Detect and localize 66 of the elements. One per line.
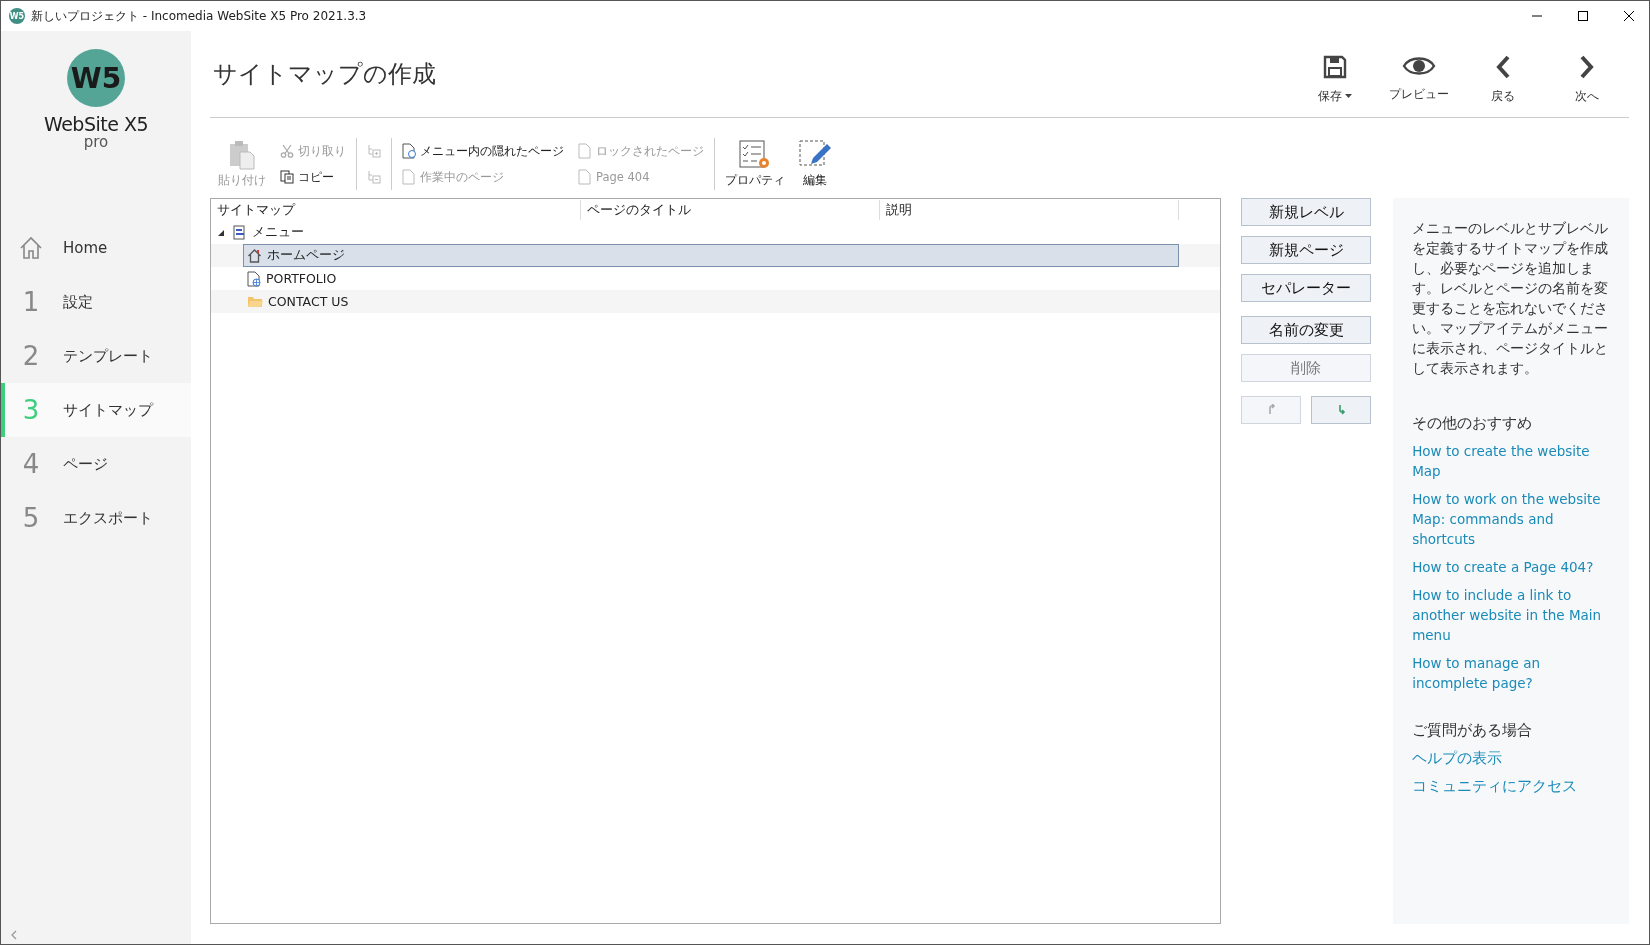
menu-icon bbox=[233, 225, 247, 240]
house-icon bbox=[247, 248, 262, 263]
sidebar-item[interactable]: 2 テンプレート bbox=[1, 329, 191, 383]
action-button[interactable]: 新規ページ bbox=[1241, 236, 1372, 264]
curved-arrow-down-icon bbox=[1336, 404, 1346, 415]
house-icon bbox=[18, 235, 44, 261]
toolbar-button[interactable]: 編集 bbox=[799, 139, 831, 189]
help-link[interactable]: How to include a link to another website in the Main menu bbox=[1412, 585, 1609, 645]
logo-icon: W5 bbox=[67, 49, 125, 107]
copy-icon bbox=[280, 170, 294, 184]
logo-name: WebSite X5 bbox=[43, 113, 148, 135]
page-globe-icon bbox=[247, 270, 261, 287]
sidebar-item[interactable]: 3 サイトマップ bbox=[1, 383, 191, 437]
tree-item[interactable]: メニュー bbox=[229, 221, 308, 244]
help-link[interactable]: How to work on the website Map: commands and shortcuts bbox=[1412, 489, 1609, 549]
sidebar-item[interactable]: 5 エクスポート bbox=[1, 491, 191, 545]
folder-icon bbox=[247, 295, 263, 308]
sidebar-item[interactable]: 4 ページ bbox=[1, 437, 191, 491]
column-header[interactable]: 説明 bbox=[880, 200, 1179, 220]
scissors-icon bbox=[280, 144, 294, 158]
logo-edition: pro bbox=[83, 135, 109, 149]
help-text: メニューのレベルとサブレベルを定義するサイトマップを作成し、必要なページを追加します。レベルとページの名前を変更することを忘れないでください。マップアイテムがメニューに表示され、ページタイトルとして表示されます。 bbox=[1412, 219, 1609, 378]
window-title: 新しいプロジェクト - Incomedia WebSite X5 Pro 2021.3.3 bbox=[31, 7, 368, 25]
column-header[interactable]: サイトマップ bbox=[211, 200, 581, 220]
caret-icon bbox=[1345, 94, 1352, 98]
action-button[interactable]: 新規レベル bbox=[1241, 198, 1372, 226]
action-button[interactable]: セパレーター bbox=[1241, 274, 1372, 302]
help-link[interactable]: How to create a Page 404? bbox=[1412, 557, 1609, 577]
curved-arrow-up-icon bbox=[1266, 404, 1276, 415]
checklist-gear-icon bbox=[739, 139, 771, 170]
toolbar-button[interactable]: プロパティ bbox=[725, 139, 785, 189]
column-header[interactable]: ページのタイトル bbox=[581, 200, 880, 220]
clipboard-icon bbox=[228, 139, 256, 170]
help-link[interactable]: How to manage an incomplete page? bbox=[1412, 653, 1609, 693]
help-link[interactable]: コミュニティにアクセス bbox=[1412, 776, 1609, 796]
tree-item[interactable]: PORTFOLIO bbox=[243, 267, 1179, 290]
help-link[interactable]: How to create the website Map bbox=[1412, 441, 1609, 481]
toolbar-button[interactable]: 保存 bbox=[1293, 43, 1377, 105]
collapse-icon[interactable] bbox=[11, 930, 17, 940]
help-heading: ご質問がある場合 bbox=[1412, 721, 1534, 740]
sidebar-item[interactable]: 1 設定 bbox=[1, 275, 191, 329]
toolbar-button[interactable]: コピー bbox=[280, 169, 346, 185]
toolbar-button[interactable]: メニュー内の隠れたページ bbox=[402, 143, 564, 159]
save-icon bbox=[1322, 53, 1348, 80]
tree-minus-icon bbox=[367, 170, 381, 184]
help-heading: その他のおすすめ bbox=[1412, 414, 1534, 433]
toolbar-button[interactable]: 次へ bbox=[1545, 43, 1629, 105]
sidebar-item[interactable]: Home bbox=[1, 221, 191, 275]
close-icon[interactable] bbox=[1623, 10, 1635, 22]
action-button[interactable]: 名前の変更 bbox=[1241, 316, 1372, 344]
page-icon bbox=[578, 143, 592, 159]
page-icon bbox=[578, 169, 592, 185]
page-title: サイトマップの作成 bbox=[213, 59, 437, 90]
toolbar-button[interactable]: プレビュー bbox=[1377, 43, 1461, 105]
page-icon bbox=[402, 143, 416, 159]
chevron-right-icon bbox=[1578, 53, 1596, 80]
tree-item[interactable]: ホームページ bbox=[243, 244, 1179, 267]
help-link[interactable]: ヘルプの表示 bbox=[1412, 748, 1609, 768]
move-down-button[interactable] bbox=[1311, 396, 1372, 424]
app-logo-icon: W5 bbox=[9, 8, 25, 24]
page-icon bbox=[402, 169, 416, 185]
toolbar-button[interactable]: 戻る bbox=[1461, 43, 1545, 105]
expand-arrow-icon[interactable] bbox=[217, 228, 225, 237]
tree-plus-icon bbox=[367, 144, 381, 158]
maximize-icon[interactable] bbox=[1577, 10, 1589, 22]
chevron-left-icon bbox=[1494, 53, 1512, 80]
